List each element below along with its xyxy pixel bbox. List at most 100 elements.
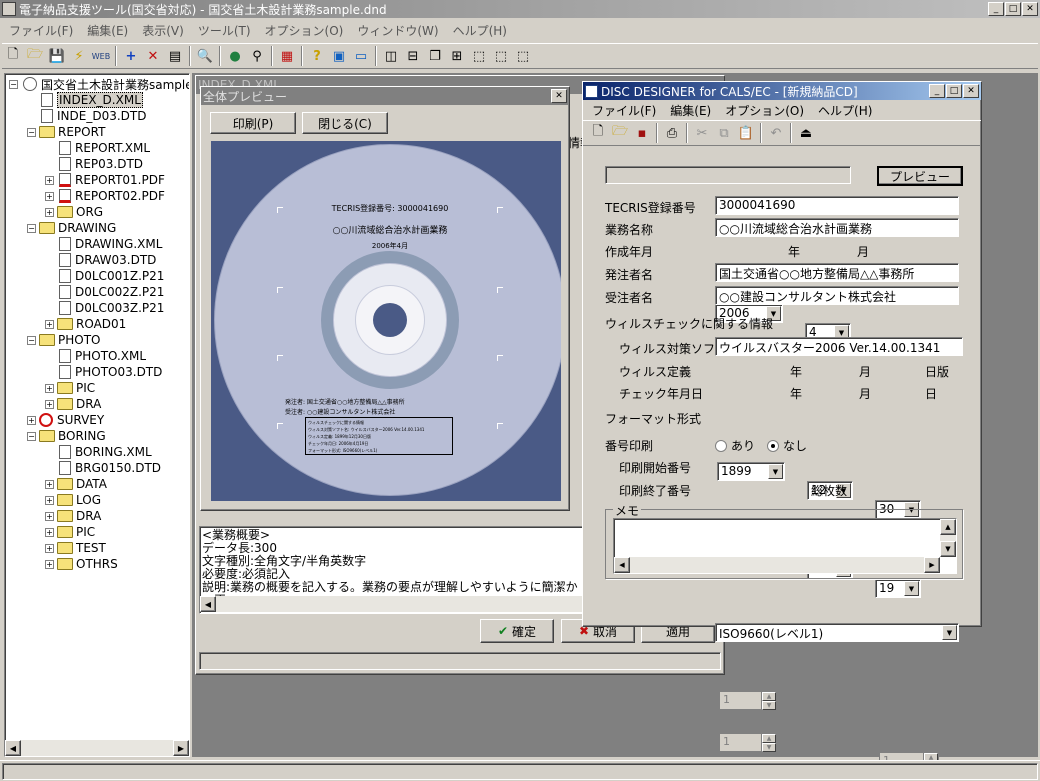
tile-vertical-icon[interactable]: ◫ bbox=[380, 45, 402, 67]
tile-horizontal-icon[interactable]: ⊟ bbox=[402, 45, 424, 67]
check-icon[interactable]: ▦ bbox=[276, 45, 298, 67]
tree-item[interactable]: + LOG bbox=[45, 492, 101, 508]
designer-open-icon[interactable]: 🗁 bbox=[609, 122, 631, 144]
tree-item[interactable]: + PIC bbox=[45, 524, 95, 540]
main-menu-item-5[interactable]: ウィンドウ(W) bbox=[350, 22, 445, 39]
print-button[interactable]: 印刷(P) bbox=[210, 112, 296, 134]
lightning-icon[interactable]: ⚡ bbox=[68, 45, 90, 67]
tree-item[interactable]: REP03.DTD bbox=[45, 156, 143, 172]
expand-icon[interactable]: + bbox=[45, 527, 54, 537]
tree-item[interactable]: + PIC bbox=[45, 380, 95, 396]
memo-textarea[interactable]: ▲ ▼ ◀ ▶ bbox=[613, 518, 957, 574]
expand-icon[interactable]: + bbox=[45, 383, 54, 393]
tree-item[interactable]: + DRA bbox=[45, 508, 101, 524]
tree-hscrollbar[interactable]: ◀ ▶ bbox=[5, 740, 189, 756]
eject-icon[interactable]: ⏏ bbox=[795, 122, 817, 144]
main-menu-item-1[interactable]: 編集(E) bbox=[80, 22, 135, 39]
cut-icon[interactable]: ✂ bbox=[691, 122, 713, 144]
contractor-input[interactable]: ○○建設コンサルタント株式会社 bbox=[715, 286, 959, 305]
main-menu-item-0[interactable]: ファイル(F) bbox=[2, 22, 80, 39]
tree-item[interactable]: BORING.XML bbox=[45, 444, 152, 460]
chevron-down-icon[interactable]: ▼ bbox=[942, 625, 957, 640]
collapse-icon[interactable]: − bbox=[27, 335, 36, 345]
cascade-icon[interactable]: ❐ bbox=[424, 45, 446, 67]
main-menu-item-4[interactable]: オプション(O) bbox=[258, 22, 351, 39]
add-icon[interactable]: + bbox=[120, 45, 142, 67]
numbering-no-radio[interactable]: なし bbox=[767, 437, 807, 454]
close-icon[interactable]: ✕ bbox=[1022, 2, 1038, 16]
spin-up-icon[interactable]: ▲ bbox=[762, 692, 776, 701]
collapse-icon[interactable]: − bbox=[9, 79, 18, 89]
tree-item[interactable]: D0LC001Z.P21 bbox=[45, 268, 164, 284]
tree-item[interactable]: + TEST bbox=[45, 540, 106, 556]
arrange3-icon[interactable]: ⬚ bbox=[512, 45, 534, 67]
expand-icon[interactable]: + bbox=[45, 559, 54, 569]
paste-icon[interactable]: 📋 bbox=[735, 122, 757, 144]
spin-down-icon[interactable]: ▼ bbox=[762, 701, 776, 710]
tree-item[interactable]: + DRA bbox=[45, 396, 101, 412]
confirm-button[interactable]: ✔ 確定 bbox=[480, 619, 554, 643]
tree-item[interactable]: INDE_D03.DTD bbox=[27, 108, 146, 124]
globe-icon[interactable]: ● bbox=[224, 45, 246, 67]
memo-scroll-down-icon[interactable]: ▼ bbox=[940, 541, 956, 557]
tree-item[interactable]: − BORING bbox=[27, 428, 106, 444]
virus-soft-input[interactable]: ウイルスバスター2006 Ver.14.00.1341 bbox=[715, 337, 963, 356]
chevron-down-icon[interactable]: ▼ bbox=[768, 464, 783, 479]
expand-icon[interactable]: + bbox=[45, 319, 54, 329]
memo-hscroll[interactable]: ◀ ▶ bbox=[614, 557, 940, 573]
designer-menu-item-3[interactable]: ヘルプ(H) bbox=[811, 102, 879, 119]
designer-menu-item-1[interactable]: 編集(E) bbox=[663, 102, 718, 119]
window-icon[interactable]: ▣ bbox=[328, 45, 350, 67]
expand-icon[interactable]: + bbox=[45, 511, 54, 521]
numbering-yes-radio[interactable]: あり bbox=[715, 437, 755, 454]
delete-icon[interactable]: ✕ bbox=[142, 45, 164, 67]
preview-button[interactable]: プレビュー bbox=[877, 166, 963, 186]
chevron-down-icon[interactable]: ▼ bbox=[904, 581, 919, 596]
new-file-icon[interactable]: 🗋 bbox=[2, 45, 24, 67]
tree-item[interactable]: − REPORT bbox=[27, 124, 105, 140]
tree-item[interactable]: DRAWING.XML bbox=[45, 236, 162, 252]
web-icon[interactable]: WEB bbox=[90, 45, 112, 67]
expand-icon[interactable]: + bbox=[45, 543, 54, 553]
tree-item[interactable]: − PHOTO bbox=[27, 332, 100, 348]
start-no-spinner[interactable]: 1 ▲ ▼ bbox=[719, 691, 777, 710]
designer-new-icon[interactable]: 🗋 bbox=[587, 122, 609, 144]
card-icon[interactable]: ▭ bbox=[350, 45, 372, 67]
expand-icon[interactable]: + bbox=[45, 399, 54, 409]
main-menu-item-6[interactable]: ヘルプ(H) bbox=[446, 22, 514, 39]
arrange2-icon[interactable]: ⬚ bbox=[490, 45, 512, 67]
tree-item[interactable]: + REPORT01.PDF bbox=[45, 172, 165, 188]
properties-icon[interactable]: ▤ bbox=[164, 45, 186, 67]
expand-icon[interactable]: + bbox=[45, 495, 54, 505]
tree-item[interactable]: − DRAWING bbox=[27, 220, 116, 236]
preview-close-icon[interactable]: ✕ bbox=[551, 89, 567, 103]
memo-scroll-right-icon[interactable]: ▶ bbox=[924, 557, 940, 573]
designer-menu-item-2[interactable]: オプション(O) bbox=[718, 102, 811, 119]
expand-icon[interactable]: + bbox=[45, 479, 54, 489]
memo-scroll-left-icon[interactable]: ◀ bbox=[614, 557, 630, 573]
collapse-icon[interactable]: − bbox=[27, 431, 36, 441]
expand-icon[interactable]: + bbox=[27, 415, 36, 425]
tree-item[interactable]: REPORT.XML bbox=[45, 140, 150, 156]
tree-item[interactable]: + ORG bbox=[45, 204, 103, 220]
tree-item[interactable]: D0LC002Z.P21 bbox=[45, 284, 164, 300]
tecris-input[interactable]: 3000041690 bbox=[715, 196, 959, 215]
main-menu-item-2[interactable]: 表示(V) bbox=[135, 22, 191, 39]
end-no-spinner[interactable]: 1 ▲ ▼ bbox=[719, 733, 777, 752]
maximize-icon[interactable]: □ bbox=[1005, 2, 1021, 16]
expand-icon[interactable]: + bbox=[45, 191, 54, 201]
arrange-icon[interactable]: ⬚ bbox=[468, 45, 490, 67]
undo-icon[interactable]: ↶ bbox=[765, 122, 787, 144]
designer-maximize-icon[interactable]: □ bbox=[946, 84, 962, 98]
orderer-input[interactable]: 国土交通省○○地方整備局△△事務所 bbox=[715, 263, 959, 282]
tree-item[interactable]: PHOTO.XML bbox=[45, 348, 146, 364]
designer-save-icon[interactable]: ▪ bbox=[631, 122, 653, 144]
chk-day-select[interactable]: 19 ▼ bbox=[875, 579, 921, 598]
designer-menu-item-0[interactable]: ファイル(F) bbox=[585, 102, 663, 119]
name-input[interactable]: ○○川流域総合治水計画業務 bbox=[715, 218, 959, 237]
tree-item[interactable]: DRAW03.DTD bbox=[45, 252, 156, 268]
tree-item[interactable]: BRG0150.DTD bbox=[45, 460, 161, 476]
tree-item[interactable]: + REPORT02.PDF bbox=[45, 188, 165, 204]
tree-item[interactable]: − 国交省土木設計業務sample bbox=[9, 76, 189, 92]
expand-icon[interactable]: + bbox=[45, 175, 54, 185]
